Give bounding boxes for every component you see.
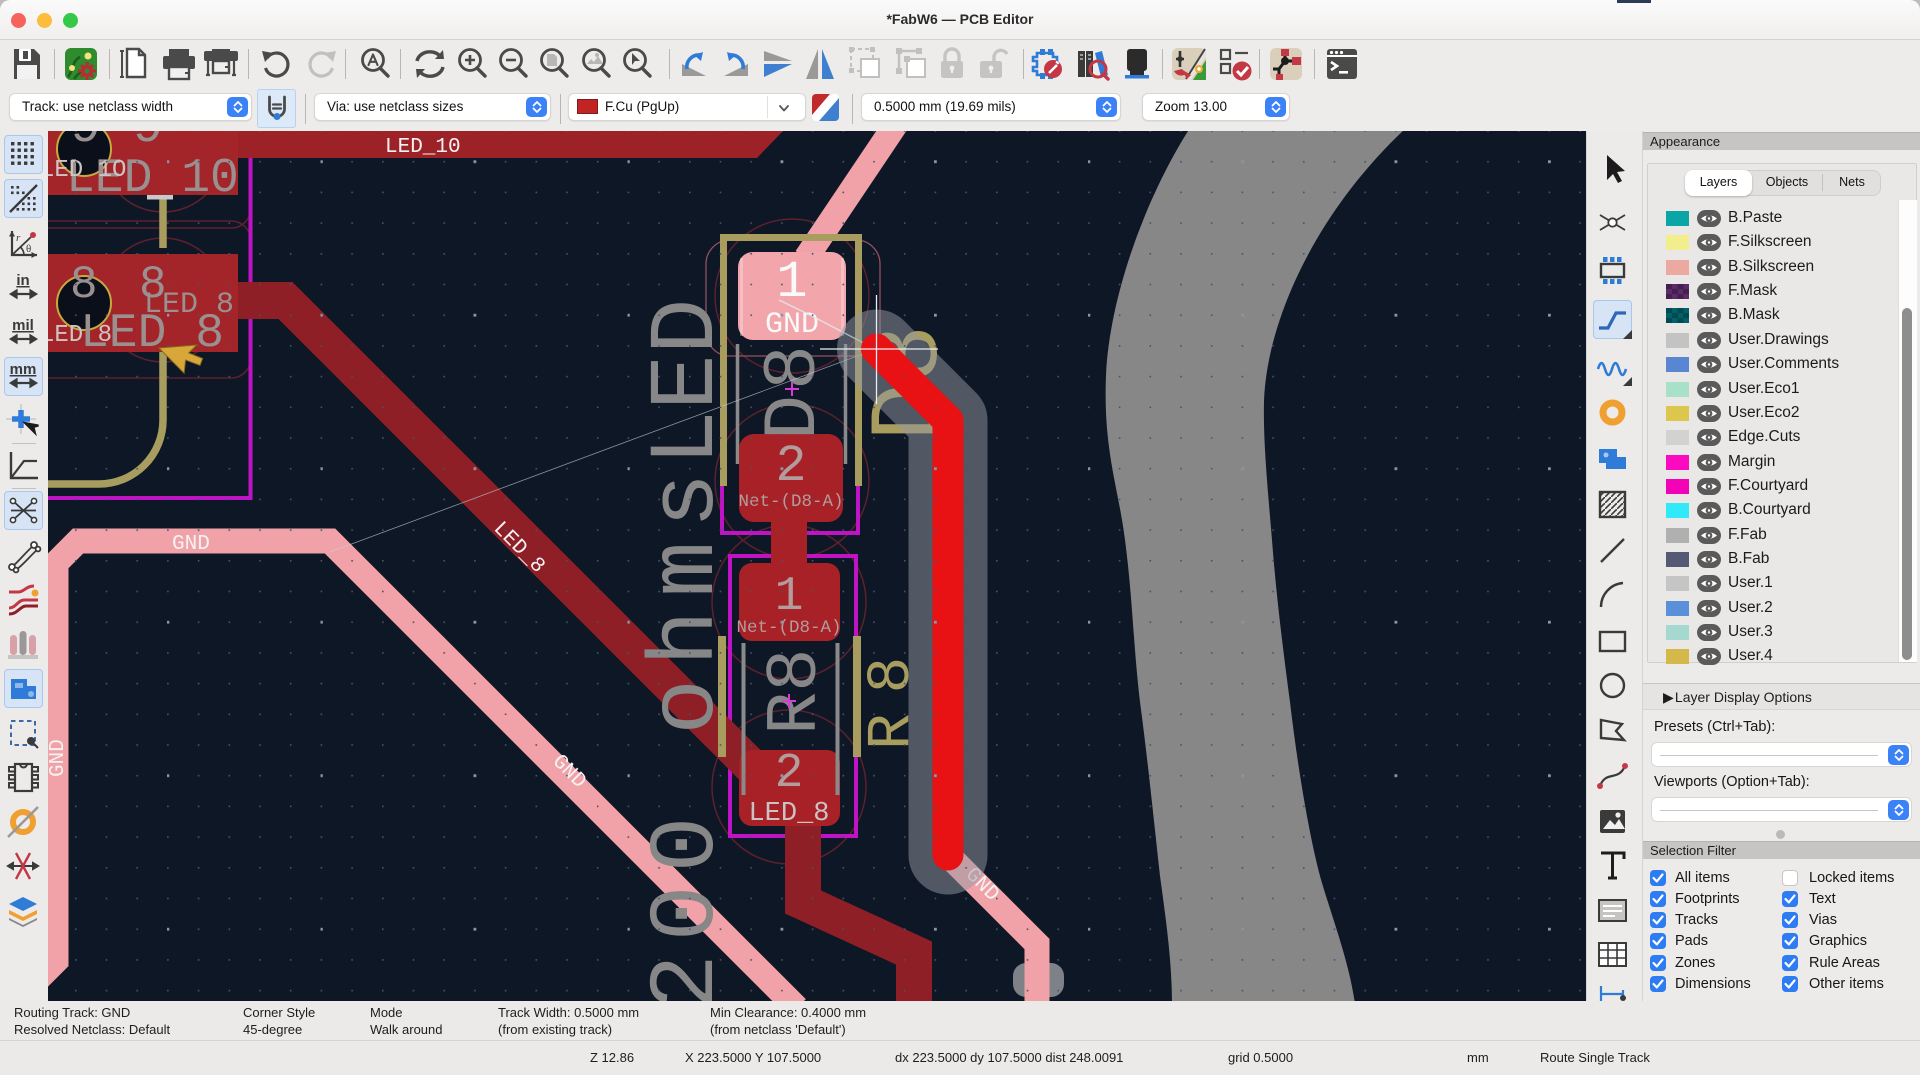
svg-text:mm: mm xyxy=(10,361,37,378)
svg-text:r: r xyxy=(16,232,21,244)
svg-text:θ: θ xyxy=(26,243,31,255)
svg-text:mil: mil xyxy=(12,317,34,334)
svg-text:in: in xyxy=(16,272,29,289)
